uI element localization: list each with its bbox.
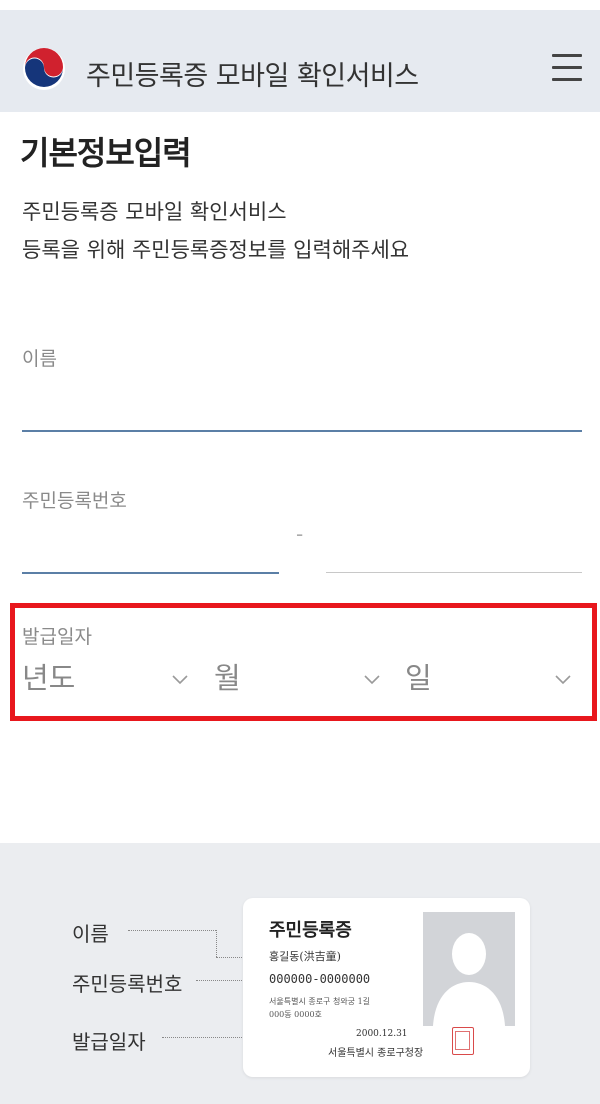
chevron-down-icon: [364, 675, 380, 685]
name-input[interactable]: [22, 380, 580, 426]
app-header: 주민등록증 모바일 확인서비스: [0, 10, 600, 112]
page-title: 기본정보입력: [20, 134, 192, 172]
taegeuk-logo-icon: [23, 48, 65, 90]
chevron-down-icon: [172, 675, 188, 685]
header-title: 주민등록증 모바일 확인서비스: [86, 61, 419, 92]
month-select-value: 월: [214, 661, 241, 695]
rrn-separator: -: [296, 522, 304, 546]
card-address-line-2: 000동 0000호: [269, 1010, 322, 1019]
rrn-back-underline: [326, 572, 582, 573]
chevron-down-icon: [555, 675, 571, 685]
photo-placeholder: [423, 912, 515, 1026]
day-select-value: 일: [405, 661, 432, 695]
month-select[interactable]: 월: [214, 655, 384, 705]
intro-line-1: 주민등록증 모바일 확인서비스: [22, 200, 287, 224]
rrn-front-input[interactable]: [22, 522, 278, 568]
intro-text: 주민등록증 모바일 확인서비스 등록을 위해 주민등록증정보를 입력해주세요: [22, 193, 409, 269]
guide-legend-name: 이름: [72, 922, 109, 946]
issue-date-label: 발급일자: [22, 626, 92, 648]
card-title: 주민등록증: [269, 920, 352, 941]
guide-legend-issue-date: 발급일자: [72, 1030, 146, 1054]
hamburger-menu-icon[interactable]: [552, 54, 584, 84]
leader-line-name-vertical: [216, 930, 217, 957]
guide-legend-rrn: 주민등록번호: [72, 972, 183, 996]
intro-line-2: 등록을 위해 주민등록증정보를 입력해주세요: [22, 238, 410, 262]
official-seal-icon: [452, 1027, 474, 1055]
sample-id-card: 주민등록증 홍길동(洪吉童) 000000-0000000 서울특별시 종로구 …: [243, 898, 530, 1077]
card-rrn: 000000-0000000: [269, 972, 371, 986]
rrn-label: 주민등록번호: [22, 490, 127, 512]
rrn-back-input[interactable]: [326, 522, 580, 568]
card-holder-name: 홍길동(洪吉童): [269, 950, 341, 963]
card-issue-date: 2000.12.31: [356, 1029, 408, 1039]
leader-line-name: [128, 930, 216, 931]
name-label: 이름: [22, 348, 57, 370]
card-issuer: 서울특별시 종로구청장: [328, 1048, 424, 1059]
day-select[interactable]: 일: [405, 655, 575, 705]
person-silhouette-icon: [433, 933, 505, 1026]
card-address-line-1: 서울특별시 종로구 청와궁 1길: [269, 997, 371, 1006]
year-select[interactable]: 년도: [22, 655, 194, 705]
name-underline: [22, 430, 582, 432]
rrn-front-underline: [22, 572, 279, 574]
year-select-value: 년도: [22, 661, 76, 695]
